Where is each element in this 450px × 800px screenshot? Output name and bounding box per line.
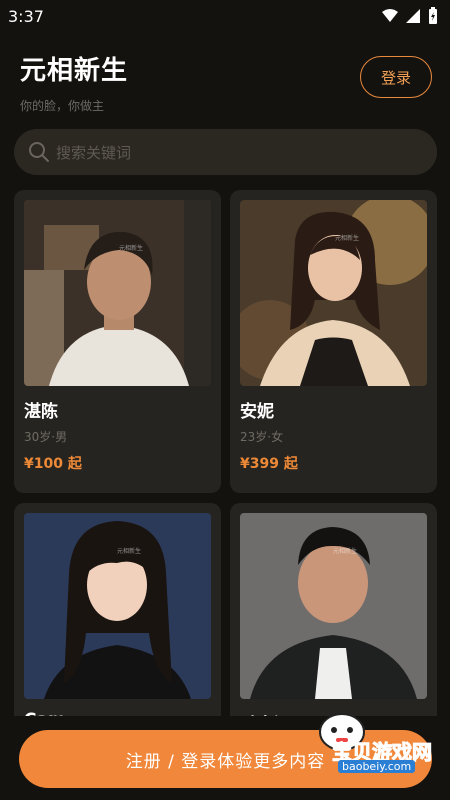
login-button[interactable]: 登录 [360,56,432,98]
watermark-url: baobeiy.com [338,760,416,773]
battery-icon [429,7,437,24]
creator-meta: 23岁·女 [240,430,284,444]
creator-name: 湛陈 [24,402,58,422]
header: 元相新生 你的脸，你做主 [20,50,128,114]
photo-watermark-text: 元相新生 [333,547,357,555]
creator-photo: 元相新生 [240,200,427,386]
creator-price: ¥100 起 [24,456,82,472]
creator-photo: 元相新生 [24,200,211,386]
creator-price: ¥399 起 [240,456,298,472]
photo-watermark-text: 元相新生 [117,547,141,555]
app-title: 元相新生 [20,56,129,86]
creator-card[interactable]: 元相新生 安妮 23岁·女 ¥399 起 [230,190,437,493]
signal-icon [406,9,420,23]
status-bar: 3:37 [0,0,450,32]
wifi-icon [382,9,398,22]
app-subtitle: 你的脸，你做主 [20,99,105,113]
creator-photo: 元相新生 [240,513,427,699]
status-icons [382,7,438,25]
photo-watermark-text: 元相新生 [119,244,143,252]
creator-name: 安妮 [240,402,274,422]
creator-photo: 元相新生 [24,513,211,699]
creator-card[interactable]: 元相新生 湛陈 30岁·男 ¥100 起 [14,190,221,493]
search-placeholder: 搜索关键词 [56,143,132,162]
status-time: 3:37 [8,6,44,26]
search-icon [29,142,49,162]
creator-meta: 30岁·男 [24,430,68,444]
photo-watermark-text: 元相新生 [335,234,359,242]
site-watermark: 宝贝游戏网 baobeiy.com [282,700,442,780]
search-input[interactable]: 搜索关键词 [14,129,437,175]
